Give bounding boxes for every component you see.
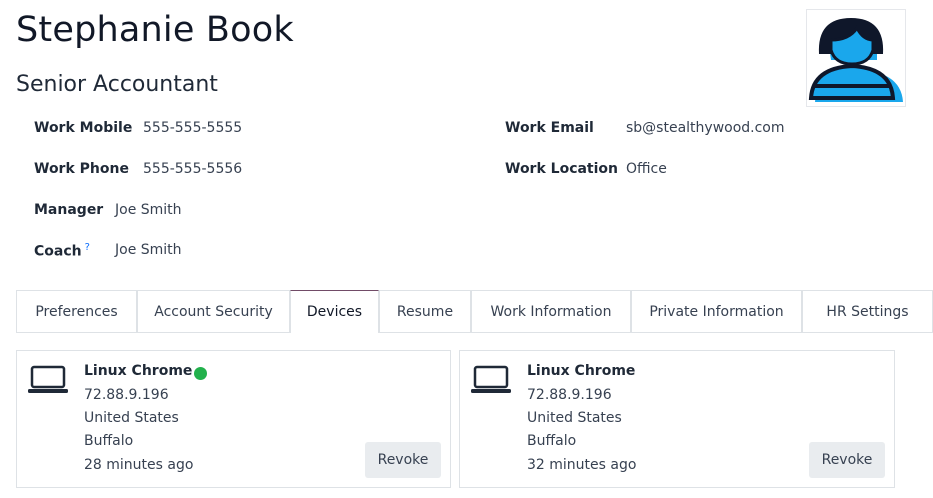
notebook-tabs: Preferences Account Security Devices Res… xyxy=(16,290,933,333)
revoke-button[interactable]: Revoke xyxy=(365,442,441,478)
work-phone-value[interactable]: 555-555-5556 xyxy=(143,161,242,177)
revoke-button[interactable]: Revoke xyxy=(809,442,885,478)
coach-label-text: Coach xyxy=(34,243,82,260)
tab-private-information[interactable]: Private Information xyxy=(631,290,802,332)
laptop-icon xyxy=(28,365,68,393)
work-location-value[interactable]: Office xyxy=(626,161,667,177)
device-last-active: 32 minutes ago xyxy=(527,457,637,473)
tab-devices[interactable]: Devices xyxy=(290,290,379,333)
job-title[interactable]: Senior Accountant xyxy=(16,72,218,97)
device-city: Buffalo xyxy=(84,433,134,449)
laptop-icon xyxy=(471,365,511,393)
manager-label: Manager xyxy=(34,202,104,218)
employee-form: Stephanie Book Senior Accountant Work Mo… xyxy=(0,0,933,498)
device-name: Linux Chrome xyxy=(527,363,636,379)
online-status-icon xyxy=(194,367,207,380)
device-ip: 72.88.9.196 xyxy=(527,387,612,403)
work-mobile-label: Work Mobile xyxy=(34,120,133,136)
work-email-label: Work Email xyxy=(505,120,594,136)
avatar-person-icon xyxy=(808,18,903,102)
manager-value[interactable]: Joe Smith xyxy=(115,202,182,218)
coach-help-icon[interactable]: ? xyxy=(85,242,90,253)
tab-resume[interactable]: Resume xyxy=(379,290,471,332)
device-country: United States xyxy=(527,410,622,426)
device-name: Linux Chrome xyxy=(84,363,193,379)
work-phone-label: Work Phone xyxy=(34,161,129,177)
device-city: Buffalo xyxy=(527,433,577,449)
work-email-value[interactable]: sb@stealthywood.com xyxy=(626,120,785,136)
device-country: United States xyxy=(84,410,179,426)
tab-hr-settings[interactable]: HR Settings xyxy=(802,290,933,332)
employee-name[interactable]: Stephanie Book xyxy=(16,10,294,50)
device-card: Linux Chrome 72.88.9.196 United States B… xyxy=(16,350,451,488)
coach-value[interactable]: Joe Smith xyxy=(115,242,182,258)
tab-work-information[interactable]: Work Information xyxy=(471,290,631,332)
employee-avatar[interactable] xyxy=(806,9,906,107)
device-last-active: 28 minutes ago xyxy=(84,457,194,473)
tab-preferences[interactable]: Preferences xyxy=(16,290,137,332)
work-location-label: Work Location xyxy=(505,161,619,177)
device-card: Linux Chrome 72.88.9.196 United States B… xyxy=(459,350,895,488)
device-ip: 72.88.9.196 xyxy=(84,387,169,403)
tab-account-security[interactable]: Account Security xyxy=(137,290,290,332)
coach-label: Coach? xyxy=(34,242,90,260)
work-mobile-value[interactable]: 555-555-5555 xyxy=(143,120,242,136)
